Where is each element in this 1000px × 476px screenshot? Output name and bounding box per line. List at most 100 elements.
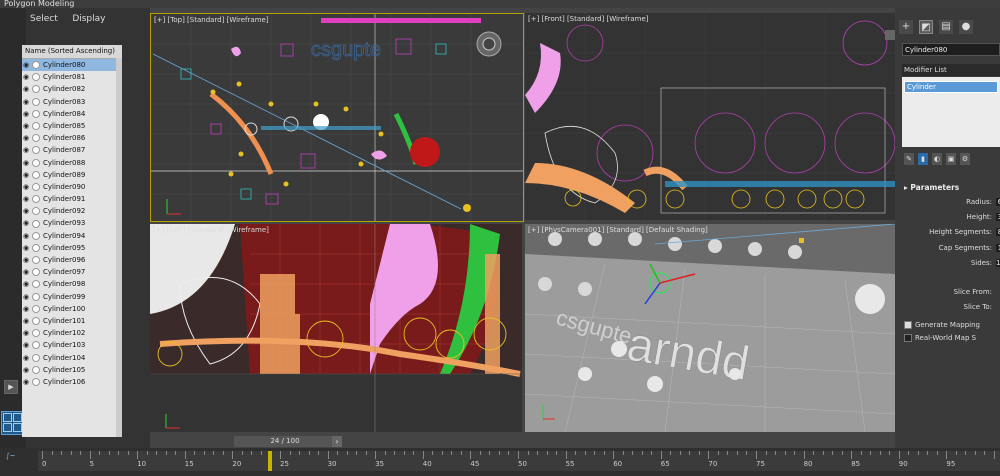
list-item[interactable]: ◉ Cylinder091 <box>22 193 122 205</box>
visibility-eye-icon[interactable]: ◉ <box>22 266 30 278</box>
freeze-dot-icon[interactable] <box>32 146 40 155</box>
freeze-dot-icon[interactable] <box>32 365 40 374</box>
modify-icon[interactable]: ◩ <box>919 20 933 34</box>
visibility-eye-icon[interactable]: ◉ <box>22 303 30 315</box>
visibility-eye-icon[interactable]: ◉ <box>22 169 30 181</box>
visibility-eye-icon[interactable]: ◉ <box>22 96 30 108</box>
real-world-map-checkbox[interactable]: Real-World Map S <box>904 331 1000 344</box>
list-item[interactable]: ◉ Cylinder085 <box>22 120 122 132</box>
visibility-eye-icon[interactable]: ◉ <box>22 181 30 193</box>
viewport-front-label[interactable]: [+] [Front] [Standard] [Wireframe] <box>528 15 648 23</box>
list-item[interactable]: ◉ Cylinder088 <box>22 157 122 169</box>
freeze-dot-icon[interactable] <box>32 182 40 191</box>
viewport-camera-label[interactable]: [+] [PhysCamera001] [Standard] [Default … <box>528 226 708 234</box>
viewport-top[interactable]: [+] [Top] [Standard] [Wireframe] csgupte <box>150 13 524 222</box>
list-scrollbar[interactable] <box>116 58 122 437</box>
remove-modifier-icon[interactable]: ▣ <box>946 153 956 165</box>
freeze-dot-icon[interactable] <box>32 122 40 131</box>
create-plus-icon[interactable]: + <box>899 20 913 34</box>
slice-from-row[interactable]: Slice From: <box>904 288 1000 303</box>
slice-to-row[interactable]: Slice To: <box>904 303 1000 318</box>
list-item[interactable]: ◉ Cylinder097 <box>22 266 122 278</box>
motion-icon[interactable]: ● <box>959 20 973 34</box>
freeze-dot-icon[interactable] <box>32 329 40 338</box>
list-item[interactable]: ◉ Cylinder099 <box>22 291 122 303</box>
show-end-result-icon[interactable]: ▮ <box>918 153 928 165</box>
freeze-dot-icon[interactable] <box>32 109 40 118</box>
freeze-dot-icon[interactable] <box>32 268 40 277</box>
parameters-title[interactable]: ▸ Parameters <box>904 183 1000 192</box>
freeze-dot-icon[interactable] <box>32 353 40 362</box>
parameter-spinner[interactable]: 8 <box>996 228 1000 237</box>
freeze-dot-icon[interactable] <box>32 292 40 301</box>
visibility-eye-icon[interactable]: ◉ <box>22 327 30 339</box>
visibility-eye-icon[interactable]: ◉ <box>22 315 30 327</box>
menu-select[interactable]: Select <box>30 14 58 24</box>
list-item[interactable]: ◉ Cylinder100 <box>22 303 122 315</box>
viewport-front[interactable]: [+] [Front] [Standard] [Wireframe] <box>525 13 895 220</box>
visibility-eye-icon[interactable]: ◉ <box>22 242 30 254</box>
visibility-eye-icon[interactable]: ◉ <box>22 132 30 144</box>
list-item[interactable]: ◉ Cylinder101 <box>22 315 122 327</box>
modifier-list-dropdown[interactable]: Modifier List <box>902 64 1000 76</box>
parameter-spinner[interactable]: 16 <box>996 258 1000 267</box>
viewport-camera[interactable]: [+] [PhysCamera001] [Standard] [Default … <box>525 224 895 432</box>
list-item[interactable]: ◉ Cylinder083 <box>22 96 122 108</box>
visibility-eye-icon[interactable]: ◉ <box>22 120 30 132</box>
freeze-dot-icon[interactable] <box>32 170 40 179</box>
list-item[interactable]: ◉ Cylinder094 <box>22 230 122 242</box>
list-item[interactable]: ◉ Cylinder086 <box>22 132 122 144</box>
list-item[interactable]: ◉ Cylinder089 <box>22 169 122 181</box>
hierarchy-icon[interactable]: ▤ <box>939 20 953 34</box>
list-item[interactable]: ◉ Cylinder087 <box>22 144 122 156</box>
list-item[interactable]: ◉ Cylinder103 <box>22 339 122 351</box>
modifier-stack[interactable]: Cylinder <box>902 77 1000 147</box>
list-item[interactable]: ◉ Cylinder084 <box>22 108 122 120</box>
visibility-eye-icon[interactable]: ◉ <box>22 108 30 120</box>
curve-editor-icon[interactable]: ∫~ <box>6 452 24 462</box>
visibility-eye-icon[interactable]: ◉ <box>22 278 30 290</box>
generate-mapping-checkbox[interactable]: Generate Mapping <box>904 318 1000 331</box>
visibility-eye-icon[interactable]: ◉ <box>22 376 30 388</box>
make-unique-icon[interactable]: ◐ <box>932 153 942 165</box>
visibility-eye-icon[interactable]: ◉ <box>22 71 30 83</box>
freeze-dot-icon[interactable] <box>32 304 40 313</box>
pin-stack-icon[interactable]: ✎ <box>904 153 914 165</box>
list-item[interactable]: ◉ Cylinder096 <box>22 254 122 266</box>
timeline-ruler[interactable]: 0 5 10 15 20 25 30 35 40 45 50 55 60 65 70 75 80 85 90 95 <box>38 451 1000 471</box>
visibility-eye-icon[interactable]: ◉ <box>22 291 30 303</box>
menu-display[interactable]: Display <box>72 14 105 24</box>
parameter-spinner[interactable]: 1 <box>996 243 1000 252</box>
list-item[interactable]: ◉ Cylinder106 <box>22 376 122 388</box>
visibility-eye-icon[interactable]: ◉ <box>22 83 30 95</box>
viewport-top-label[interactable]: [+] [Top] [Standard] [Wireframe] <box>154 16 269 24</box>
play-icon[interactable]: ▶ <box>4 380 18 394</box>
freeze-dot-icon[interactable] <box>32 158 40 167</box>
freeze-dot-icon[interactable] <box>32 317 40 326</box>
visibility-eye-icon[interactable]: ◉ <box>22 339 30 351</box>
freeze-dot-icon[interactable] <box>32 85 40 94</box>
visibility-eye-icon[interactable]: ◉ <box>22 352 30 364</box>
modifier-stack-item[interactable]: Cylinder <box>904 81 998 93</box>
list-item[interactable]: ◉ Cylinder095 <box>22 242 122 254</box>
scene-explorer-list[interactable]: Name (Sorted Ascending) ◉ Cylinder080 ◉ Cyl… <box>22 45 122 437</box>
visibility-eye-icon[interactable]: ◉ <box>22 59 30 71</box>
time-slider[interactable]: 24 / 100 <box>234 436 336 447</box>
parameter-spinner[interactable]: 6 <box>996 198 1000 206</box>
freeze-dot-icon[interactable] <box>32 377 40 386</box>
list-item[interactable]: ◉ Cylinder102 <box>22 327 122 339</box>
current-frame-marker[interactable] <box>268 451 273 471</box>
list-item[interactable]: ◉ Cylinder082 <box>22 83 122 95</box>
visibility-eye-icon[interactable]: ◉ <box>22 230 30 242</box>
viewport-left[interactable]: [+] [Left] [Standard] [Wireframe] <box>150 224 522 432</box>
list-item[interactable]: ◉ Cylinder081 <box>22 71 122 83</box>
parameter-spinner[interactable]: 3 <box>996 213 1000 222</box>
freeze-dot-icon[interactable] <box>32 61 40 70</box>
freeze-dot-icon[interactable] <box>32 73 40 82</box>
freeze-dot-icon[interactable] <box>32 341 40 350</box>
freeze-dot-icon[interactable] <box>32 280 40 289</box>
freeze-dot-icon[interactable] <box>32 207 40 216</box>
object-name-field[interactable]: Cylinder080 <box>902 43 1000 56</box>
freeze-dot-icon[interactable] <box>32 97 40 106</box>
freeze-dot-icon[interactable] <box>32 243 40 252</box>
